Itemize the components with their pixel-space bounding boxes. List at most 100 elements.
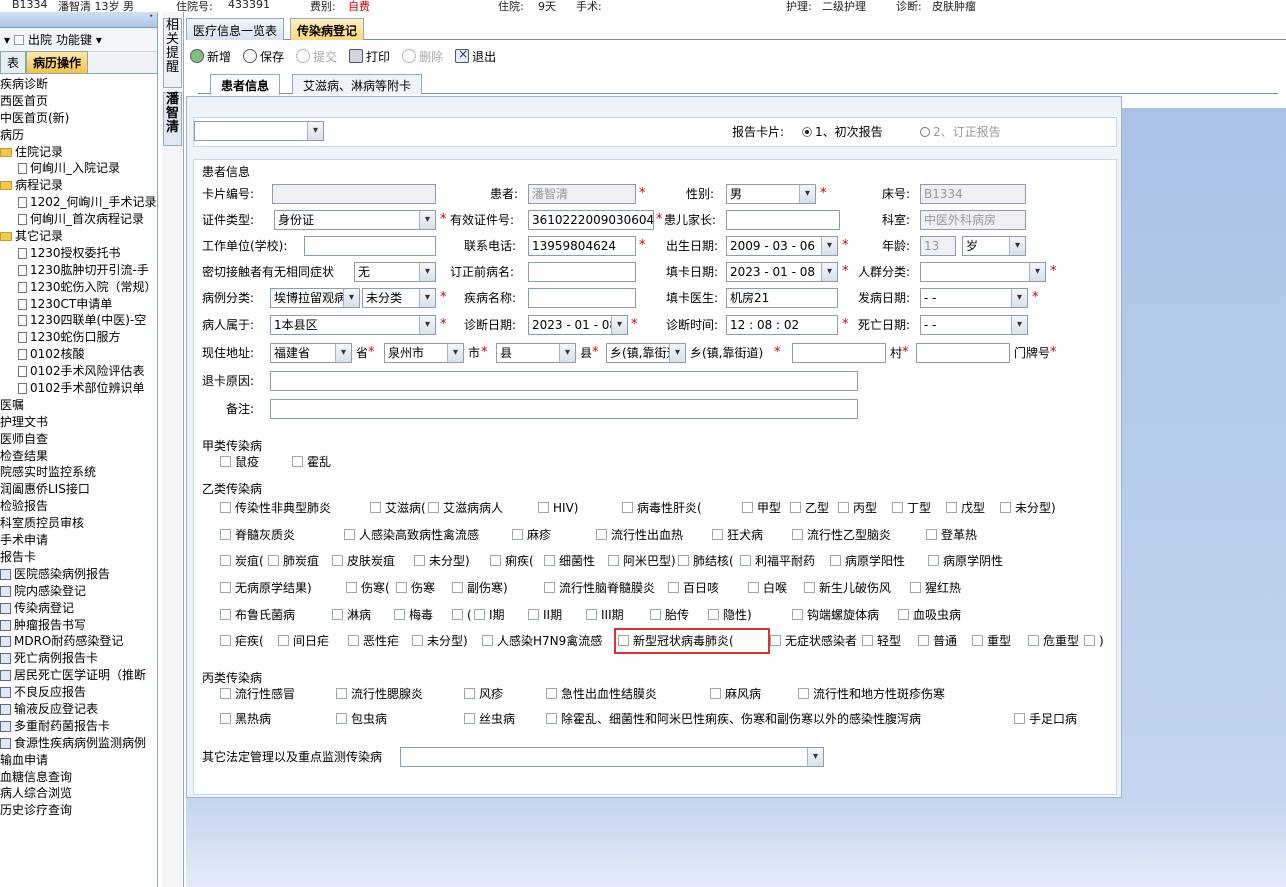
tree-item[interactable]: 1230蛇伤口服方 [0,329,157,346]
disease-checkbox-item[interactable]: 猩红热 [910,579,961,597]
tree-item[interactable]: 报告卡 [0,549,157,566]
tree-item[interactable]: 病人综合浏览 [0,785,157,802]
tree-item[interactable]: 死亡病例报告卡 [0,650,157,667]
disease-checkbox-item[interactable]: HIV) [538,499,578,517]
checkbox[interactable] [1084,635,1095,646]
work-unit-field[interactable] [304,236,436,256]
disease-checkbox-item[interactable]: 梅毒 [394,606,433,624]
disease-checkbox-item[interactable]: 脊髓灰质炎 [220,526,295,544]
checkbox[interactable] [346,582,357,593]
checkbox[interactable] [838,502,849,513]
checkbox[interactable] [910,582,921,593]
tree-item[interactable]: 1202_何峋川_手术记录 [0,194,157,211]
city-select[interactable]: 泉州市 [384,343,464,363]
tree-item[interactable]: 输血申请 [0,752,157,769]
checkbox[interactable] [394,609,405,620]
checkbox[interactable] [220,456,231,467]
tab-table[interactable]: 表 [0,51,27,73]
checkbox[interactable] [708,609,719,620]
new-button[interactable]: 新增 [190,48,231,65]
checkbox[interactable] [464,713,475,724]
checkbox[interactable] [220,688,231,699]
fill-date-picker[interactable]: 2023 - 01 - 08 [726,262,838,282]
checkbox[interactable] [220,582,231,593]
bed-number-field[interactable]: B1334 [920,184,1026,204]
checkbox[interactable] [220,635,231,646]
tree-item[interactable]: 肿瘤报告书写 [0,617,157,634]
checkbox[interactable] [344,529,355,540]
case-type-select[interactable]: 埃博拉留观病 [270,288,360,308]
disease-checkbox-item[interactable]: 急性出血性结膜炎 [546,685,657,703]
disease-checkbox-item[interactable]: I期 [474,606,505,624]
checkbox[interactable] [452,609,463,620]
disease-checkbox-item[interactable]: 黑热病 [220,710,271,728]
county-select[interactable]: 县 [496,343,576,363]
disease-checkbox-item[interactable]: 利福平耐药 [740,552,815,570]
checkbox[interactable] [396,582,407,593]
disease-checkbox-item[interactable]: 皮肤炭疽 [332,552,395,570]
tree-item[interactable]: 医师自查 [0,431,157,448]
disease-checkbox-item[interactable]: 布鲁氏菌病 [220,606,295,624]
town-select[interactable]: 乡(镇,靠街道) [606,343,686,363]
checkbox[interactable] [946,502,957,513]
age-field[interactable]: 13 [920,236,956,256]
report-revised-option[interactable]: 2、订正报告 [920,122,1001,142]
province-select[interactable]: 福建省 [270,343,352,363]
disease-checkbox-item[interactable]: 无症状感染者 [770,632,857,650]
disease-checkbox-item[interactable]: 病原学阴性 [928,552,1003,570]
tree-item[interactable]: 不良反应报告 [0,684,157,701]
disease-checkbox-item[interactable]: 流行性乙型脑炎 [792,526,891,544]
tree-item[interactable]: 病历 [0,127,157,144]
checkbox[interactable] [528,609,539,620]
checkbox[interactable] [490,555,501,566]
checkbox[interactable] [412,635,423,646]
disease-checkbox-item[interactable]: 丁型 [892,499,931,517]
disease-checkbox-item[interactable]: 细菌性 [544,552,595,570]
disease-checkbox-item[interactable]: 白喉 [748,579,787,597]
checkbox[interactable] [546,713,557,724]
disease-checkbox-item[interactable]: 无病原学结果) [220,579,312,597]
id-type-select[interactable]: 身份证 [274,210,436,230]
tree-item[interactable]: 住院记录 [0,144,157,161]
disease-checkbox-item[interactable]: 肺炭疽 [268,552,319,570]
tree-item[interactable]: 输液反应登记表 [0,701,157,718]
checkbox[interactable] [1000,502,1011,513]
card-number-field[interactable] [272,184,436,204]
report-type-select[interactable] [194,121,324,141]
checkbox[interactable] [748,582,759,593]
checkbox[interactable] [742,502,753,513]
checkbox[interactable] [332,609,343,620]
diagnosis-time-field[interactable]: 12 : 08 : 02 [726,315,838,335]
disease-checkbox-item[interactable]: 未分型) [1000,499,1056,517]
tree-item[interactable]: 0102手术风险评估表 [0,363,157,380]
other-disease-select[interactable] [400,747,824,767]
disease-checkbox-item[interactable]: 乙型 [790,499,829,517]
disease-checkbox-item[interactable]: 副伤寒) [452,579,508,597]
checkbox[interactable] [668,582,679,593]
checkbox[interactable] [1028,635,1039,646]
checkbox[interactable] [512,529,523,540]
checkbox[interactable] [892,502,903,513]
disease-checkbox-item[interactable]: 伤寒( [346,579,390,597]
tree-item[interactable]: 0102核酸 [0,346,157,363]
disease-checkbox-item[interactable]: 炭疽( [220,552,264,570]
tree-item[interactable]: 医院感染病例报告 [0,566,157,583]
disease-checkbox-item[interactable]: 艾滋病病人 [428,499,503,517]
death-date-picker[interactable]: - - [920,315,1028,335]
checkbox[interactable] [928,555,939,566]
checkbox[interactable] [278,635,289,646]
tab-patient-info[interactable]: 患者信息 [210,74,281,95]
id-number-field[interactable]: 361022200903060416 [528,210,654,230]
tree-item[interactable]: 居民死亡医学证明（推断 [0,667,157,684]
crowd-category-select[interactable] [920,262,1046,282]
disease-checkbox-item[interactable]: 麻疹 [512,526,551,544]
print-button[interactable]: 打印 [349,48,390,65]
tree-item[interactable]: 1230授权委托书 [0,245,157,262]
disease-checkbox-item[interactable]: 狂犬病 [712,526,763,544]
disease-checkbox-item[interactable]: 流行性腮腺炎 [336,685,423,703]
delete-button[interactable]: 删除 [402,48,443,65]
phone-field[interactable]: 13959804624 [528,236,636,256]
report-initial-option[interactable]: 1、初次报告 [802,122,883,142]
previous-diagnosis-field[interactable] [528,262,636,282]
tree-item[interactable]: 传染病登记 [0,600,157,617]
